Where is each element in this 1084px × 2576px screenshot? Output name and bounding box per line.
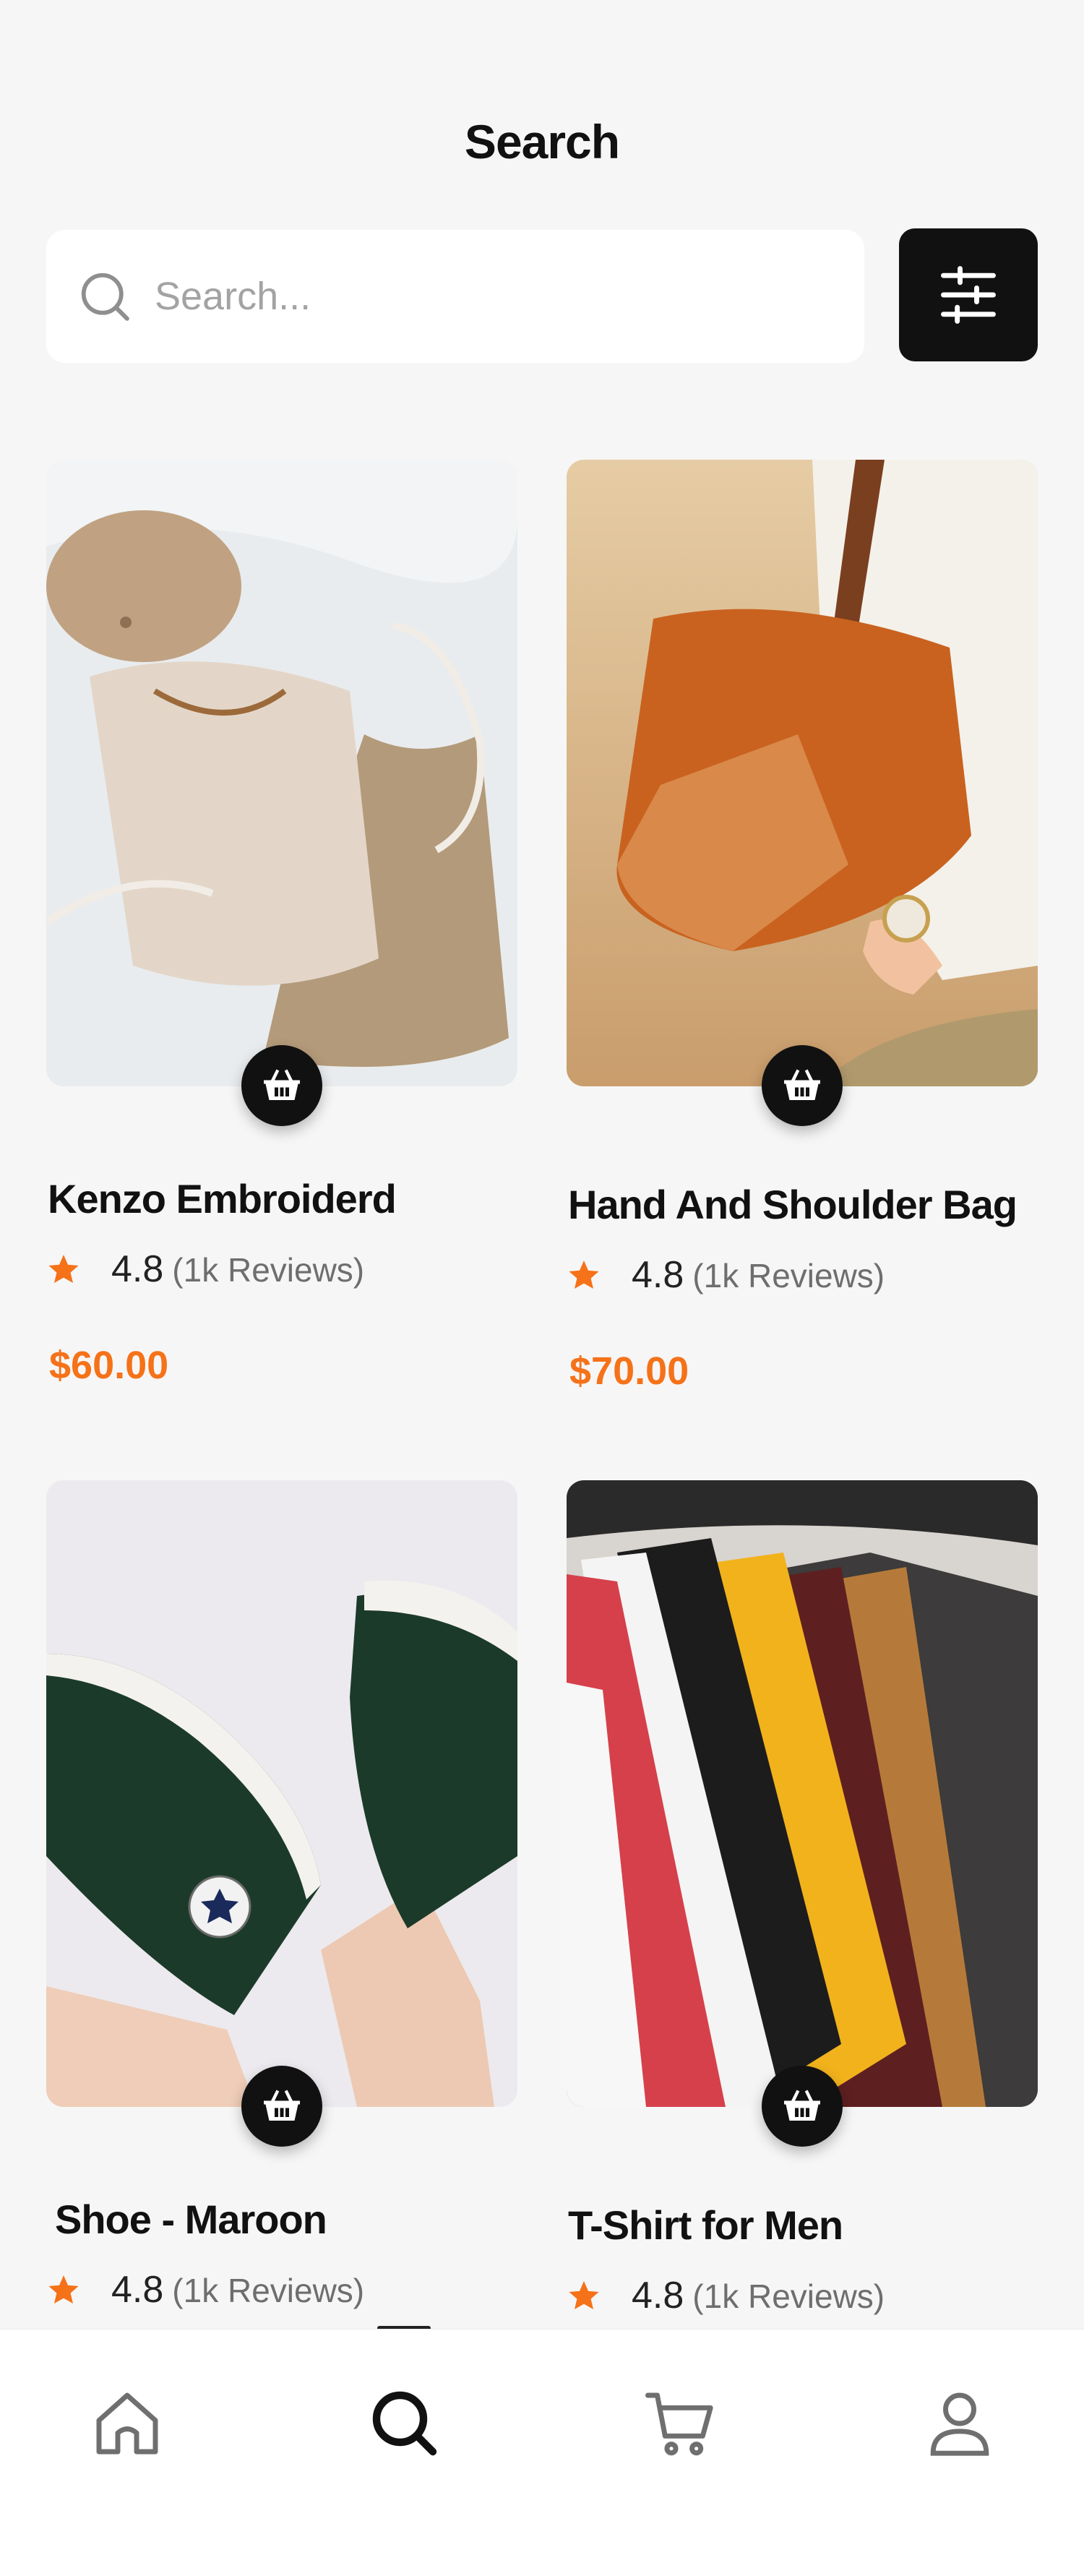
product-image-outfit[interactable]	[46, 460, 517, 1086]
product-card[interactable]: Shoe - Maroon 4.8 (1k Reviews)	[46, 1480, 517, 2311]
rating-value: 4.8	[632, 2275, 684, 2317]
star-icon	[569, 1261, 599, 1289]
nav-search[interactable]	[340, 2330, 470, 2517]
product-card[interactable]: T-Shirt for Men 4.8 (1k Reviews)	[567, 1480, 1038, 2317]
basket-icon	[784, 1069, 820, 1100]
star-icon	[48, 2275, 79, 2304]
rating-row: 4.8 (1k Reviews)	[46, 1248, 364, 1291]
product-name: T-Shirt for Men	[568, 2202, 843, 2248]
page-title: Search	[464, 115, 620, 168]
search-icon	[372, 2391, 437, 2456]
product-name: Hand And Shoulder Bag	[568, 1182, 1018, 1227]
review-count: (1k Reviews)	[172, 1251, 365, 1289]
search-icon	[81, 272, 129, 321]
product-name: Kenzo Embroiderd	[48, 1176, 397, 1222]
basket-icon	[264, 2090, 300, 2121]
review-count: (1k Reviews)	[692, 2277, 885, 2315]
nav-cart[interactable]	[616, 2330, 746, 2517]
rating-value: 4.8	[632, 1254, 684, 1296]
sliders-icon	[941, 266, 996, 324]
basket-icon	[264, 1069, 300, 1100]
review-count: (1k Reviews)	[172, 2272, 365, 2309]
basket-icon	[784, 2090, 820, 2121]
star-icon	[569, 2281, 599, 2309]
product-image-sneakers[interactable]	[46, 1480, 517, 2107]
product-price: $70.00	[569, 1349, 689, 1393]
home-icon	[96, 2392, 158, 2455]
rating-value: 4.8	[111, 2269, 164, 2311]
product-image-tshirts[interactable]	[567, 1480, 1038, 2107]
cart-icon	[645, 2392, 713, 2456]
product-image-bag[interactable]	[567, 460, 1038, 1086]
rating-row: 4.8 (1k Reviews)	[567, 2274, 885, 2317]
search-input[interactable]	[155, 274, 805, 319]
add-to-basket-button[interactable]	[241, 1045, 322, 1126]
rating-row: 4.8 (1k Reviews)	[46, 2268, 364, 2311]
search-box[interactable]	[46, 230, 864, 363]
product-card[interactable]: Kenzo Embroiderd 4.8 (1k Reviews) $60.00	[46, 460, 517, 1387]
profile-icon	[930, 2392, 989, 2456]
product-card[interactable]: Hand And Shoulder Bag 4.8 (1k Reviews) $…	[567, 460, 1038, 1393]
bottom-nav	[0, 2329, 1084, 2576]
review-count: (1k Reviews)	[692, 1257, 885, 1295]
star-icon	[48, 1255, 79, 1283]
filter-button[interactable]	[899, 228, 1038, 361]
product-price: $60.00	[49, 1344, 169, 1387]
rating-value: 4.8	[111, 1248, 164, 1290]
add-to-basket-button[interactable]	[241, 2066, 322, 2147]
add-to-basket-button[interactable]	[762, 2066, 843, 2147]
nav-home[interactable]	[62, 2330, 192, 2517]
add-to-basket-button[interactable]	[762, 1045, 843, 1126]
rating-row: 4.8 (1k Reviews)	[567, 1253, 885, 1297]
nav-profile[interactable]	[895, 2330, 1025, 2517]
product-name: Shoe - Maroon	[55, 2197, 327, 2242]
